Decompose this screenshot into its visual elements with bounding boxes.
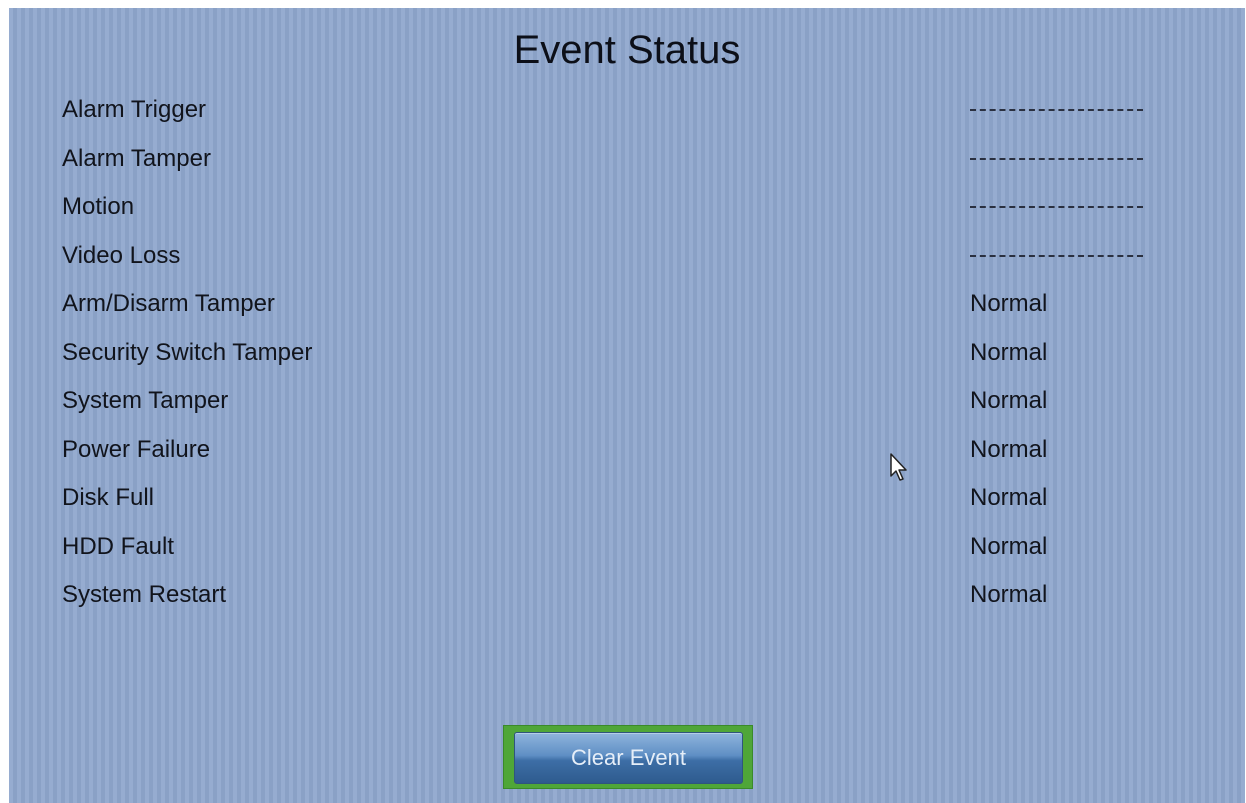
event-row-alarm-trigger: Alarm Trigger [9,86,1245,135]
event-status-screen: Event Status Alarm Trigger Alarm Tamper … [9,8,1245,803]
event-label: Arm/Disarm Tamper [62,290,275,317]
clear-event-button[interactable]: Clear Event [514,732,743,784]
status-empty-dashes [970,254,1143,257]
event-row-system-restart: System Restart Normal [9,571,1245,620]
event-row-power-failure: Power Failure Normal [9,426,1245,475]
event-label: System Tamper [62,387,229,414]
event-status: Normal [970,435,1048,463]
event-label: Alarm Tamper [62,144,211,172]
event-label: Motion [62,193,135,220]
event-status: Normal [970,484,1048,511]
status-empty-dashes [970,157,1143,160]
page-title: Event Status [513,28,741,72]
event-list: Alarm Trigger Alarm Tamper Motion Video … [9,86,1245,620]
status-empty-dashes [970,206,1143,208]
event-row-motion: Motion [9,183,1245,232]
event-status: Normal [970,338,1048,366]
event-label: Video Loss [62,241,181,269]
event-row-video-loss: Video Loss [9,232,1245,281]
event-row-system-tamper: System Tamper Normal [9,377,1245,426]
event-row-alarm-tamper: Alarm Tamper [9,135,1245,184]
event-label: HDD Fault [62,532,175,560]
event-status: Normal [970,290,1048,317]
event-label: Power Failure [62,435,211,463]
event-row-disk-full: Disk Full Normal [9,474,1245,523]
event-label: System Restart [62,581,227,608]
event-row-arm-disarm-tamper: Arm/Disarm Tamper Normal [9,280,1245,329]
event-status: Normal [970,581,1048,608]
event-label: Security Switch Tamper [62,338,313,366]
event-status: Normal [970,387,1048,414]
event-row-security-switch-tamper: Security Switch Tamper Normal [9,329,1245,378]
event-row-hdd-fault: HDD Fault Normal [9,523,1245,572]
status-empty-dashes [970,109,1143,111]
event-status: Normal [970,532,1048,560]
event-label: Alarm Trigger [62,96,207,123]
mouse-pointer-icon [890,453,907,481]
event-label: Disk Full [62,484,155,511]
